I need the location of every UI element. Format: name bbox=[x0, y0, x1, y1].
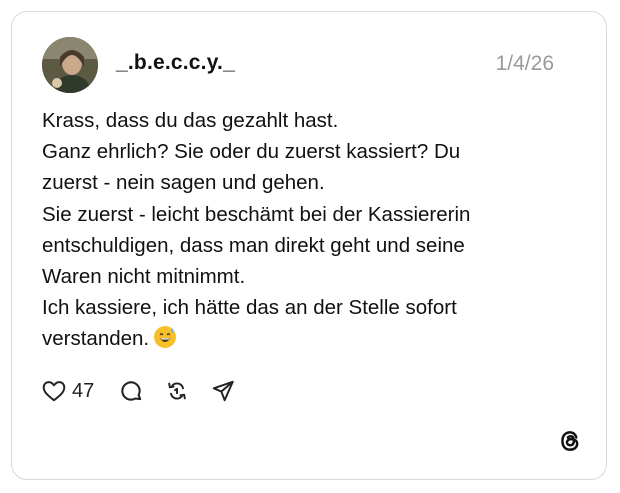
post-text-line: verstanden. bbox=[42, 327, 150, 351]
post-text-line: Waren nicht mitnimmt. bbox=[42, 265, 246, 289]
share-icon bbox=[210, 378, 236, 404]
like-count: 47 bbox=[72, 379, 95, 402]
post-text: Krass, dass du das gezahlt hast. Ganz eh… bbox=[42, 105, 582, 355]
post-text-line: Ich kassiere, ich hätte das an der Stell… bbox=[42, 296, 457, 320]
avatar[interactable] bbox=[42, 37, 98, 93]
post-text-last-line: verstanden. bbox=[42, 323, 582, 354]
heart-icon bbox=[41, 378, 67, 404]
comment-button[interactable] bbox=[118, 378, 144, 404]
post-actions: 47 bbox=[41, 376, 236, 406]
threads-logo-icon bbox=[557, 428, 583, 454]
post-date: 1/4/26 bbox=[495, 52, 554, 75]
like-button[interactable]: 47 bbox=[41, 378, 94, 404]
post-text-line: Sie zuerst - leicht beschämt bei der Kas… bbox=[42, 202, 471, 226]
share-button[interactable] bbox=[210, 378, 236, 404]
comment-icon bbox=[118, 378, 144, 404]
post-text-line: Krass, dass du das gezahlt hast. bbox=[42, 109, 339, 132]
username[interactable]: _.b.e.c.c.y._ bbox=[116, 51, 235, 75]
post-text-line: zuerst - nein sagen und gehen. bbox=[42, 171, 325, 195]
grinning-face-with-sweat-emoji bbox=[153, 325, 177, 349]
post-text-line: Ganz ehrlich? Sie oder du zuerst kassier… bbox=[42, 140, 461, 164]
repost-icon bbox=[164, 378, 190, 404]
post-card: _.b.e.c.c.y._ 1/4/26 Krass, dass du das … bbox=[11, 11, 607, 480]
repost-button[interactable] bbox=[164, 378, 190, 404]
post-text-line: entschuldigen, dass man direkt geht und … bbox=[42, 233, 465, 257]
